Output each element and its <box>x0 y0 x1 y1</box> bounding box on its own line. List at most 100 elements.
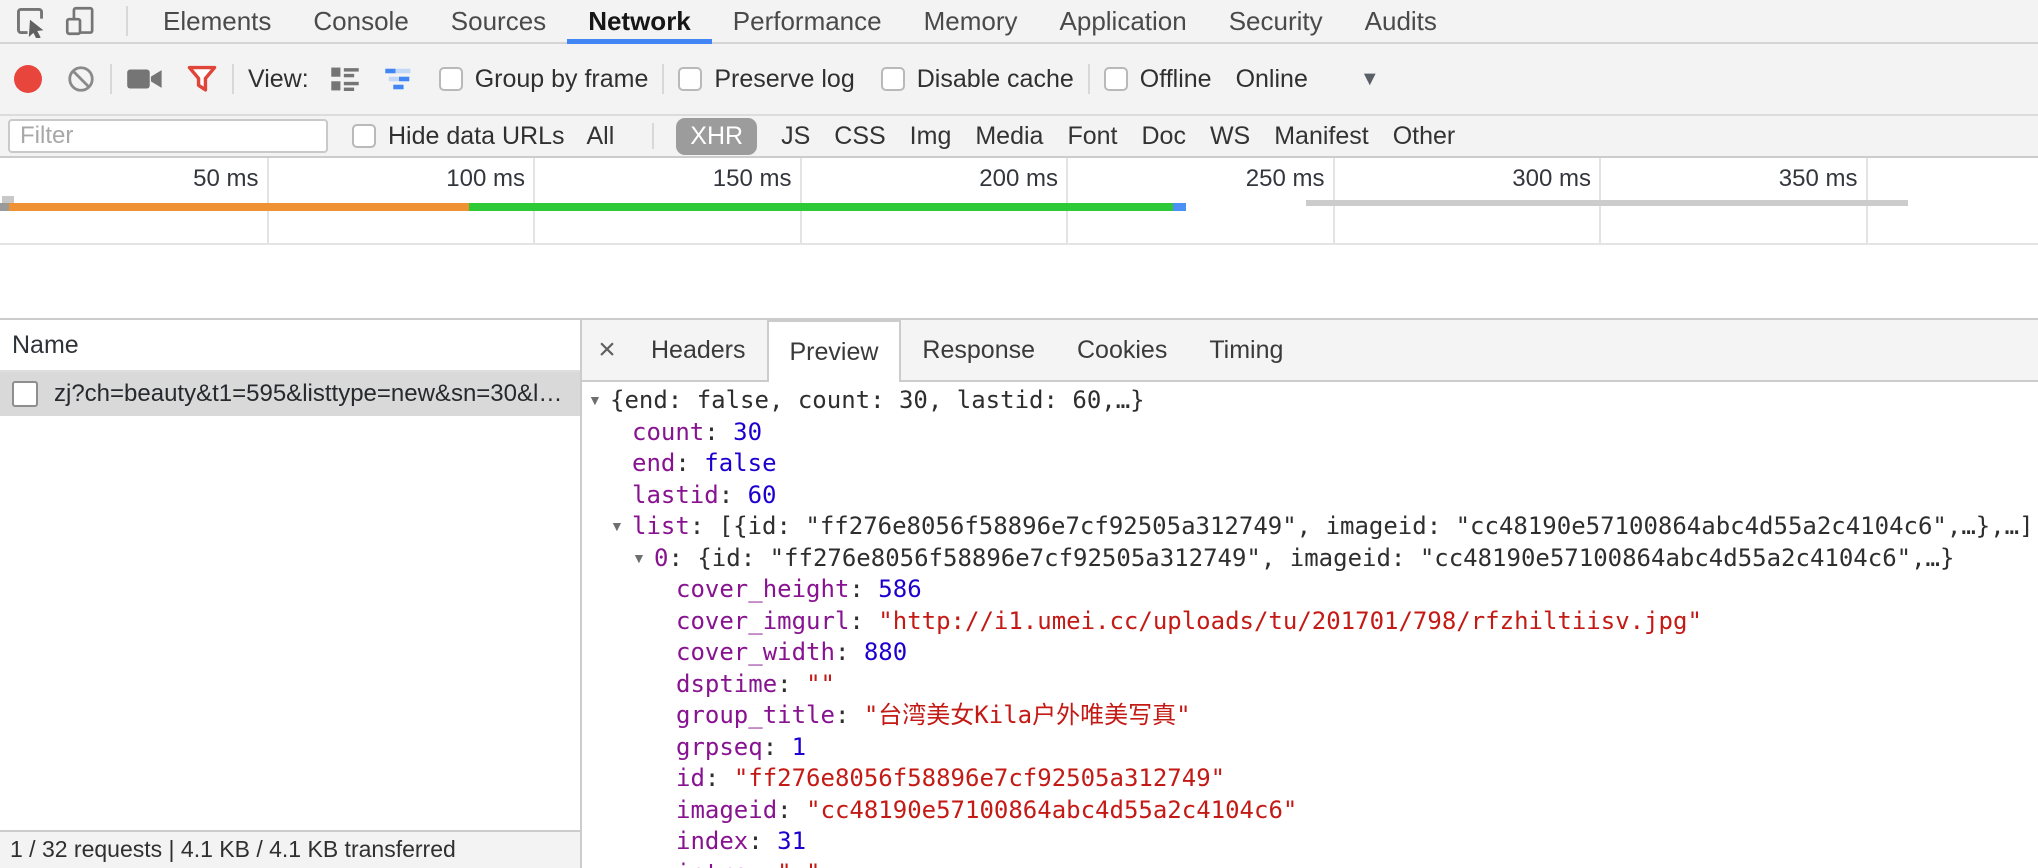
json-text: : <box>704 418 733 446</box>
offline-checkbox[interactable] <box>1104 67 1128 91</box>
group-by-frame-label[interactable]: Group by frame <box>475 65 649 94</box>
filter-input[interactable] <box>8 119 328 153</box>
filter-type-font[interactable]: Font <box>1067 122 1117 151</box>
json-key: dsptime <box>676 670 777 698</box>
details-tab-headers[interactable]: Headers <box>630 320 767 380</box>
tick-label: 50 ms <box>39 165 259 193</box>
json-key: imageid <box>676 796 777 824</box>
request-row[interactable]: zj?ch=beauty&t1=595&listtype=new&sn=30&l… <box>0 372 580 416</box>
json-value: "http://i1.umei.cc/uploads/tu/201701/798… <box>878 607 1702 635</box>
request-icon <box>12 381 38 407</box>
tab-memory[interactable]: Memory <box>903 0 1039 42</box>
preview-row: id: "ff276e8056f58896e7cf92505a312749" <box>582 763 2038 795</box>
json-value: "ff276e8056f58896e7cf92505a312749" <box>734 764 1225 792</box>
tab-application[interactable]: Application <box>1039 0 1208 42</box>
tab-console[interactable]: Console <box>292 0 429 42</box>
tick-label: 250 ms <box>1105 165 1325 193</box>
preview-row: group_title: "台湾美女Kila户外唯美写真" <box>582 700 2038 732</box>
name-column-header[interactable]: Name <box>0 320 580 372</box>
tab-sources[interactable]: Sources <box>430 0 567 42</box>
hide-data-urls-checkbox[interactable] <box>352 124 376 148</box>
preserve-log-checkbox[interactable] <box>678 67 702 91</box>
network-toolbar: View: Group by frame Preserve log Disabl… <box>0 44 2038 116</box>
json-key: end <box>632 449 675 477</box>
filter-type-all[interactable]: All <box>586 122 614 151</box>
filter-type-manifest[interactable]: Manifest <box>1274 122 1368 151</box>
json-key: intro <box>676 859 748 868</box>
json-key: count <box>632 418 704 446</box>
tick-label: 150 ms <box>572 165 792 193</box>
details-tabs: HeadersPreviewResponseCookiesTiming <box>630 320 1304 380</box>
expand-arrow-icon[interactable]: ▼ <box>588 385 610 417</box>
clear-button[interactable] <box>66 64 96 94</box>
json-key: cover_imgurl <box>676 607 849 635</box>
details-tab-response[interactable]: Response <box>901 320 1056 380</box>
json-key: list <box>632 512 690 540</box>
finish-segment <box>1173 203 1186 211</box>
filter-type-media[interactable]: Media <box>975 122 1043 151</box>
filter-type-xhr[interactable]: XHR <box>676 118 757 155</box>
json-key: group_title <box>676 701 835 729</box>
details-tab-preview[interactable]: Preview <box>767 320 902 382</box>
preview-row: intro: "…" <box>582 858 2038 868</box>
close-icon[interactable]: × <box>590 320 624 380</box>
json-key: lastid <box>632 481 719 509</box>
filter-icon[interactable] <box>186 63 218 95</box>
expand-arrow-icon[interactable]: ▼ <box>610 511 632 543</box>
preview-row: count: 30 <box>582 417 2038 449</box>
record-button[interactable] <box>14 65 42 93</box>
divider <box>126 6 128 36</box>
json-key: grpseq <box>676 733 763 761</box>
filter-type-js[interactable]: JS <box>781 122 810 151</box>
preview-row: end: false <box>582 448 2038 480</box>
network-main-area: Name zj?ch=beauty&t1=595&listtype=new&sn… <box>0 318 2038 868</box>
grid-line <box>533 158 535 243</box>
details-tab-timing[interactable]: Timing <box>1188 320 1304 380</box>
details-tab-cookies[interactable]: Cookies <box>1056 320 1188 380</box>
filter-type-img[interactable]: Img <box>910 122 952 151</box>
filter-type-doc[interactable]: Doc <box>1141 122 1185 151</box>
hide-data-urls-label[interactable]: Hide data URLs <box>388 122 564 151</box>
requests-panel: Name zj?ch=beauty&t1=595&listtype=new&sn… <box>0 320 582 868</box>
preserve-log-label[interactable]: Preserve log <box>714 65 854 94</box>
disable-cache-checkbox[interactable] <box>881 67 905 91</box>
throttling-select[interactable]: Online <box>1236 65 1308 94</box>
device-toolbar-icon[interactable] <box>62 3 98 39</box>
filter-type-ws[interactable]: WS <box>1210 122 1250 151</box>
inspect-element-icon[interactable] <box>12 3 48 39</box>
tab-audits[interactable]: Audits <box>1344 0 1458 42</box>
divider <box>232 64 234 94</box>
tab-network[interactable]: Network <box>567 0 712 42</box>
waiting-segment <box>9 203 469 211</box>
json-text: : <box>777 670 806 698</box>
tick-label: 100 ms <box>305 165 525 193</box>
filter-type-other[interactable]: Other <box>1393 122 1456 151</box>
json-text: : <box>763 733 792 761</box>
filter-type-css[interactable]: CSS <box>834 122 885 151</box>
disable-cache-label[interactable]: Disable cache <box>917 65 1074 94</box>
tab-performance[interactable]: Performance <box>712 0 903 42</box>
json-text: : [{id: "ff276e8056f58896e7cf92505a31274… <box>690 512 2034 540</box>
json-text: : <box>748 859 777 868</box>
json-value: "" <box>806 670 835 698</box>
filmstrip-icon[interactable] <box>126 64 164 94</box>
grid-line <box>1066 158 1068 243</box>
json-key: cover_width <box>676 638 835 666</box>
tab-elements[interactable]: Elements <box>142 0 292 42</box>
tick-label: 300 ms <box>1371 165 1591 193</box>
group-by-frame-checkbox[interactable] <box>439 67 463 91</box>
preview-row: lastid: 60 <box>582 480 2038 512</box>
offline-label[interactable]: Offline <box>1140 65 1212 94</box>
json-text: : {id: "ff276e8056f58896e7cf92505a312749… <box>668 544 1954 572</box>
json-value: "cc48190e57100864abc4d55a2c4104c6" <box>806 796 1297 824</box>
throttling-dropdown-arrow[interactable]: ▼ <box>1360 68 1380 91</box>
large-rows-icon[interactable] <box>329 63 361 95</box>
network-overview[interactable]: 50 ms100 ms150 ms200 ms250 ms300 ms350 m… <box>0 158 2038 245</box>
tab-security[interactable]: Security <box>1208 0 1344 42</box>
expand-arrow-icon[interactable]: ▼ <box>632 543 654 575</box>
json-value: 1 <box>792 733 806 761</box>
json-value: "台湾美女Kila户外唯美写真" <box>864 701 1191 729</box>
divider <box>1088 64 1090 94</box>
show-overview-icon[interactable] <box>383 63 415 95</box>
preview-row: grpseq: 1 <box>582 732 2038 764</box>
